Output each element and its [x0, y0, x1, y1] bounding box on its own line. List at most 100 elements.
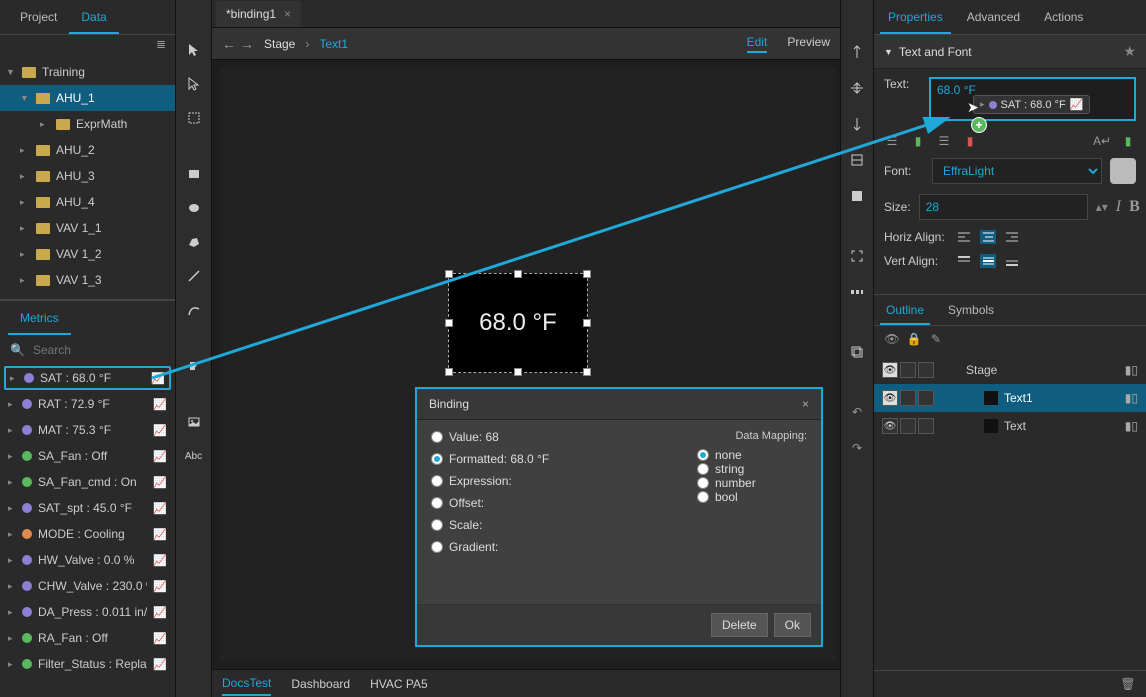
line-tool-icon[interactable]: [184, 266, 204, 286]
outline-row-text1[interactable]: 👁Text1▮▯: [874, 384, 1146, 412]
redo-icon[interactable]: ↷: [847, 438, 867, 458]
distribute-icon[interactable]: [847, 282, 867, 302]
valign-top-icon[interactable]: [956, 254, 972, 268]
resize-handle-w[interactable]: [445, 319, 453, 327]
font-color-swatch[interactable]: [1110, 158, 1136, 184]
tree-node-ahu_1[interactable]: ▼AHU_1: [0, 85, 175, 111]
lock-icon[interactable]: 🔒: [906, 332, 922, 346]
file-tab-binding1[interactable]: *binding1 ×: [216, 1, 301, 27]
rectangle-tool-icon[interactable]: [184, 164, 204, 184]
layers-icon[interactable]: [847, 342, 867, 362]
undo-icon[interactable]: ↶: [847, 402, 867, 422]
trash-icon[interactable]: 🗑: [1120, 677, 1136, 691]
metric-item[interactable]: ▸MODE : Cooling📈: [0, 521, 175, 547]
text-format-icon-1[interactable]: ▮: [910, 134, 926, 148]
metric-item[interactable]: ▸CHW_Valve : 230.0 %📈: [0, 573, 175, 599]
binding-option[interactable]: Offset:: [431, 496, 677, 510]
metric-item[interactable]: ▸SA_Fan : Off📈: [0, 443, 175, 469]
tab-actions[interactable]: Actions: [1036, 0, 1091, 34]
metric-item[interactable]: ▸SAT : 68.0 °F📈: [4, 366, 171, 390]
metric-item[interactable]: ▸DA_Press : 0.011 in/wc📈: [0, 599, 175, 625]
metric-item[interactable]: ▸MAT : 75.3 °F📈: [0, 417, 175, 443]
metric-item[interactable]: ▸RAT : 72.9 °F📈: [0, 391, 175, 417]
fit-width-icon[interactable]: [847, 150, 867, 170]
text-format-icon-3[interactable]: ▮: [962, 134, 978, 148]
tree-node-vav-1_2[interactable]: ▸VAV 1_2: [0, 241, 175, 267]
edit-icon[interactable]: ✎: [928, 332, 944, 346]
resize-handle-e[interactable]: [583, 319, 591, 327]
tree-node-ahu_2[interactable]: ▸AHU_2: [0, 137, 175, 163]
binding-option[interactable]: Scale:: [431, 518, 677, 532]
align-bottom-icon[interactable]: [847, 114, 867, 134]
resize-handle-se[interactable]: [583, 368, 591, 376]
mode-edit[interactable]: Edit: [747, 35, 768, 53]
mode-preview[interactable]: Preview: [787, 35, 830, 53]
bottom-tab-hvac-pa5[interactable]: HVAC PA5: [370, 673, 428, 695]
polygon-tool-icon[interactable]: [184, 232, 204, 252]
text-format-icon-4[interactable]: ▮: [1120, 134, 1136, 148]
halign-left-icon[interactable]: [956, 230, 972, 244]
metric-item[interactable]: ▸RA_Fan : Off📈: [0, 625, 175, 651]
selection-tool-icon[interactable]: [184, 40, 204, 60]
list-view-icon[interactable]: ≣: [153, 37, 169, 51]
binding-drag-tag[interactable]: ▸ SAT : 68.0 °F 📈: [973, 95, 1090, 114]
marquee-tool-icon[interactable]: [184, 108, 204, 128]
italic-icon[interactable]: I: [1116, 200, 1121, 214]
binding-option[interactable]: Gradient:: [431, 540, 677, 554]
align-top-icon[interactable]: [847, 42, 867, 62]
close-tab-icon[interactable]: ×: [284, 7, 291, 21]
nav-forward-icon[interactable]: →: [240, 36, 254, 52]
valign-middle-icon[interactable]: [980, 254, 996, 268]
text-tool-icon[interactable]: Abc: [184, 446, 204, 466]
binding-ok-button[interactable]: Ok: [774, 613, 811, 637]
fit-height-icon[interactable]: [847, 186, 867, 206]
binding-option[interactable]: Formatted: 68.0 °F: [431, 452, 677, 466]
tree-node-ahu_3[interactable]: ▸AHU_3: [0, 163, 175, 189]
tab-symbols[interactable]: Symbols: [942, 295, 1000, 325]
font-select[interactable]: EffraLight: [932, 158, 1102, 184]
expand-icon[interactable]: [847, 246, 867, 266]
tree-node-vav-1_1[interactable]: ▸VAV 1_1: [0, 215, 175, 241]
bold-icon[interactable]: B: [1129, 200, 1140, 214]
resize-handle-n[interactable]: [514, 270, 522, 278]
text-align-icon-1[interactable]: ☰: [884, 134, 900, 148]
metric-item[interactable]: ▸SA_Fan_cmd : On📈: [0, 469, 175, 495]
binding-delete-button[interactable]: Delete: [711, 613, 768, 637]
nav-back-icon[interactable]: ←: [222, 36, 236, 52]
mapping-option[interactable]: number: [697, 476, 807, 490]
resize-handle-ne[interactable]: [583, 270, 591, 278]
resize-handle-sw[interactable]: [445, 368, 453, 376]
binding-close-icon[interactable]: ×: [802, 397, 809, 411]
section-text-and-font[interactable]: ▼Text and Font ★: [874, 35, 1146, 69]
search-icon[interactable]: 🔍: [10, 343, 25, 357]
tree-node-training[interactable]: ▼Training: [0, 59, 175, 85]
valign-bottom-icon[interactable]: [1004, 254, 1020, 268]
tab-properties[interactable]: Properties: [880, 0, 951, 34]
align-vcenter-icon[interactable]: [847, 78, 867, 98]
tree-node-ahu_4[interactable]: ▸AHU_4: [0, 189, 175, 215]
mapping-option[interactable]: string: [697, 462, 807, 476]
binding-option[interactable]: Value: 68: [431, 430, 677, 444]
breadcrumb-text1[interactable]: Text1: [319, 37, 348, 51]
favorite-icon[interactable]: ★: [1123, 43, 1136, 60]
mapping-option[interactable]: none: [697, 448, 807, 462]
outline-row-stage[interactable]: 👁Stage▮▯: [874, 356, 1146, 384]
text-format-icon-2[interactable]: ☰: [936, 134, 952, 148]
bottom-tab-docstest[interactable]: DocsTest: [222, 672, 271, 696]
image-tool-icon[interactable]: [184, 412, 204, 432]
path-tool-icon[interactable]: [184, 300, 204, 320]
puzzle-tool-icon[interactable]: [184, 356, 204, 376]
size-input[interactable]: [919, 194, 1088, 220]
tab-outline[interactable]: Outline: [880, 295, 930, 325]
metric-item[interactable]: ▸Filter_Status : Replace📈: [0, 651, 175, 677]
halign-center-icon[interactable]: [980, 230, 996, 244]
resize-handle-nw[interactable]: [445, 270, 453, 278]
metric-item[interactable]: ▸SAT_spt : 45.0 °F📈: [0, 495, 175, 521]
direct-select-tool-icon[interactable]: [184, 74, 204, 94]
resize-handle-s[interactable]: [514, 368, 522, 376]
tab-advanced[interactable]: Advanced: [959, 0, 1028, 34]
metrics-search-input[interactable]: [33, 343, 188, 357]
visibility-icon[interactable]: 👁: [884, 332, 900, 346]
breadcrumb-stage[interactable]: Stage: [264, 37, 295, 51]
tab-project[interactable]: Project: [8, 0, 69, 34]
